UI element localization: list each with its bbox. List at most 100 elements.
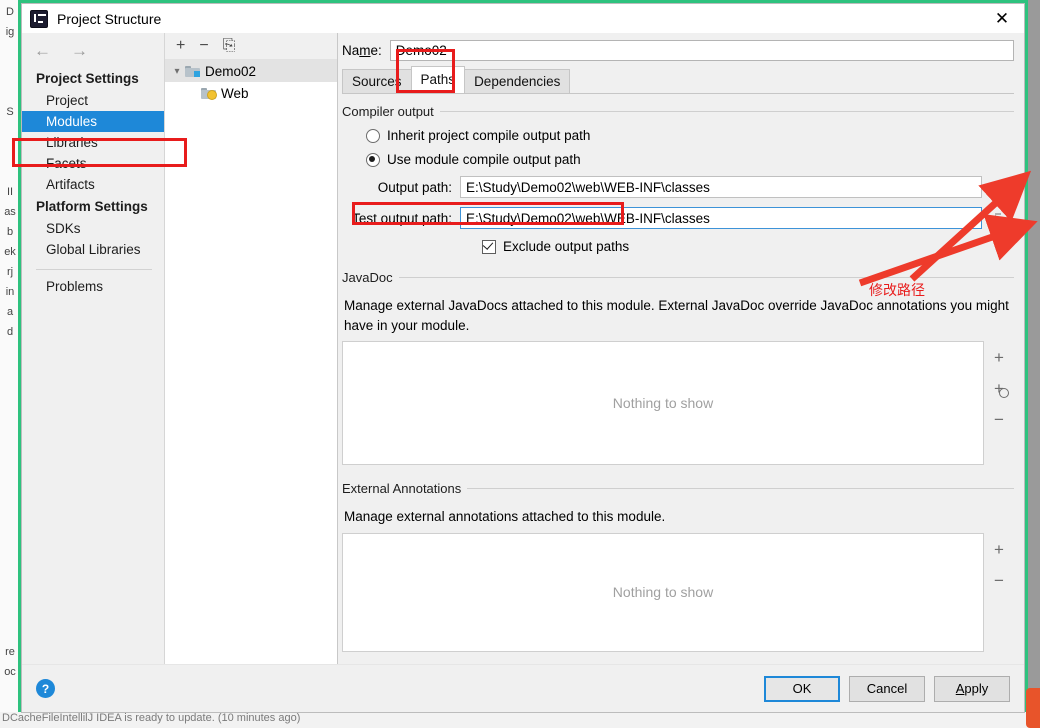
javadoc-add-url-button[interactable]: + [994, 380, 1009, 399]
tab-dependencies[interactable]: Dependencies [464, 69, 571, 93]
section-divider [467, 488, 1014, 490]
sidebar-item-project[interactable]: Project [22, 90, 164, 111]
sidebar-history-controls: ← → [22, 33, 164, 67]
sidebar-item-sdks[interactable]: SDKs [22, 218, 164, 239]
javadoc-list[interactable]: Nothing to show [342, 341, 984, 466]
external-annotations-add-button[interactable]: + [994, 541, 1004, 558]
output-path-label: Output path: [377, 179, 452, 195]
sidebar-item-modules[interactable]: Modules [22, 111, 164, 132]
module-name-input[interactable] [389, 39, 1014, 61]
background-text-fragment: in [5, 286, 15, 298]
section-divider [439, 111, 1014, 112]
sidebar-item-libraries[interactable]: Libraries [22, 132, 164, 153]
web-facet-icon [201, 87, 217, 100]
external-annotations-list-tools: + − [984, 533, 1014, 652]
project-structure-dialog: Project Structure ✕ ← → Project Settings… [12, 3, 1025, 713]
external-annotations-header: External Annotations [342, 481, 1014, 496]
ok-button[interactable]: OK [764, 675, 840, 702]
javadoc-add-button[interactable]: + [994, 349, 1004, 366]
output-path-browse-button[interactable] [990, 176, 1014, 198]
checkbox-label: Exclude output paths [503, 239, 630, 254]
forward-arrow-icon[interactable]: → [71, 42, 88, 59]
background-text-fragment [0, 582, 20, 602]
background-text-fragment [0, 462, 20, 482]
background-app-logo [1026, 688, 1040, 728]
dialog-title: Project Structure [57, 10, 162, 27]
external-annotations-remove-button[interactable]: − [994, 572, 1004, 589]
chevron-down-icon[interactable]: ▾ [169, 66, 185, 77]
radio-label: Use module compile output path [387, 152, 581, 167]
background-text-fragment: d [6, 326, 14, 338]
add-module-button[interactable]: + [176, 38, 185, 54]
background-text-fragment: re [5, 646, 15, 658]
background-text-fragment [0, 502, 20, 522]
section-divider [398, 277, 1014, 278]
tab-paths[interactable]: Paths [410, 66, 466, 93]
tree-node-demo02[interactable]: ▾ Demo02 [165, 60, 337, 82]
module-name-row: Name: [342, 33, 1014, 67]
tree-node-label: Demo02 [205, 63, 257, 79]
copy-module-button[interactable]: ⎘ [223, 38, 236, 54]
sidebar-item-problems[interactable]: Problems [22, 276, 164, 297]
test-output-path-input[interactable] [460, 207, 982, 229]
section-title: Compiler output [342, 104, 434, 119]
test-output-path-browse-button[interactable] [990, 207, 1014, 229]
radio-use-module-compile-output-path[interactable]: Use module compile output path [366, 152, 1014, 167]
background-text-fragment: II [6, 186, 14, 198]
output-path-input[interactable] [460, 176, 982, 198]
sidebar-group-platform-settings: Platform Settings [36, 199, 148, 214]
tree-node-web[interactable]: Web [165, 82, 337, 104]
background-text-fragment: ig [5, 26, 15, 38]
settings-sidebar: ← → Project Settings Project Modules Lib… [12, 33, 187, 664]
test-output-path-row: Test output path: [342, 207, 1014, 229]
module-tree-panel: + − ⎘ ▾ Demo02 Web [165, 33, 338, 664]
background-left-edge-text: Dig S II as b ek rj in a d re oc [0, 0, 20, 712]
remove-module-button[interactable]: − [199, 38, 208, 54]
module-name-label: Name: [342, 42, 382, 58]
module-tabs: Sources Paths Dependencies [342, 49, 1014, 94]
tree-node-label: Web [221, 85, 249, 101]
folder-browse-icon [995, 182, 1009, 192]
background-text-fragment [0, 362, 20, 382]
apply-button[interactable]: Apply [934, 675, 1010, 702]
background-right-panel [1028, 0, 1040, 728]
dialog-action-buttons: OK Cancel Apply [764, 675, 1010, 702]
background-text-fragment [0, 402, 20, 422]
radio-icon [366, 128, 380, 143]
background-text-fragment [0, 42, 20, 62]
javadoc-remove-button[interactable]: − [994, 411, 1004, 428]
external-annotations-description: Manage external annotations attached to … [344, 509, 666, 525]
module-tree-toolbar: + − ⎘ [165, 33, 337, 60]
external-annotations-list[interactable]: Nothing to show [342, 532, 984, 652]
radio-label: Inherit project compile output path [387, 128, 591, 143]
intellij-idea-logo-icon [30, 9, 48, 28]
javadoc-list-wrap: Nothing to show + + − [342, 341, 1014, 466]
background-text-fragment: rj [6, 266, 14, 278]
checkbox-icon-checked [482, 239, 496, 254]
sidebar-divider [36, 269, 152, 270]
background-text-fragment [0, 342, 20, 362]
background-text-fragment [0, 522, 20, 542]
tab-sources[interactable]: Sources [342, 69, 412, 93]
exclude-output-paths-checkbox[interactable]: Exclude output paths [482, 239, 1014, 254]
dialog-footer: ? OK Cancel Apply [22, 664, 1024, 712]
background-text-fragment: a [6, 306, 14, 318]
background-text-fragment [0, 442, 20, 462]
radio-inherit-project-compile-output-path[interactable]: Inherit project compile output path [366, 128, 1014, 143]
sidebar-item-artifacts[interactable]: Artifacts [22, 174, 164, 195]
close-icon[interactable]: ✕ [980, 4, 1024, 33]
background-text-fragment: as [4, 206, 16, 218]
background-text-fragment: D [6, 6, 14, 18]
sidebar-item-global-libraries[interactable]: Global Libraries [22, 239, 164, 260]
module-settings-content: Name: Sources Paths Dependencies Compile… [338, 33, 1024, 664]
back-arrow-icon[interactable]: ← [34, 42, 51, 59]
sidebar-item-facets[interactable]: Facets [22, 153, 164, 174]
background-text-fragment [0, 122, 20, 142]
section-title: JavaDoc [342, 270, 393, 285]
dialog-body: ← → Project Settings Project Modules Lib… [12, 33, 1024, 664]
background-text-fragment [0, 542, 20, 562]
help-icon[interactable]: ? [36, 679, 55, 698]
cancel-button[interactable]: Cancel [849, 675, 925, 702]
background-text-fragment [0, 482, 20, 502]
background-text-fragment [0, 382, 20, 402]
